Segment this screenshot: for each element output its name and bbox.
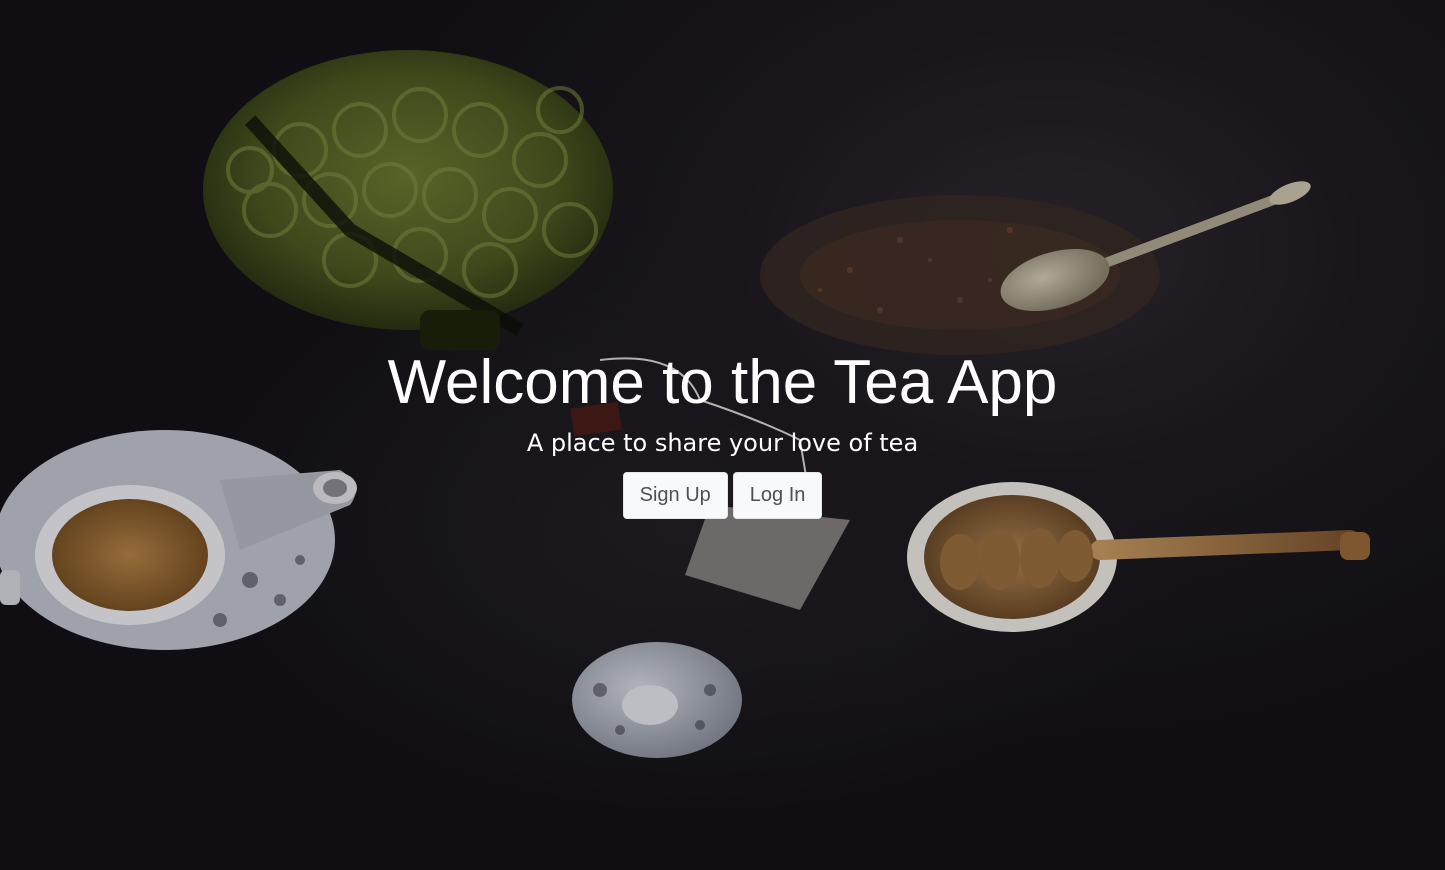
hero-section: Welcome to the Tea App A place to share …	[0, 0, 1445, 870]
page-title: Welcome to the Tea App	[387, 348, 1058, 417]
log-in-button[interactable]: Log In	[732, 472, 823, 519]
sign-up-button[interactable]: Sign Up	[622, 472, 728, 519]
page-subtitle: A place to share your love of tea	[526, 429, 919, 457]
hero-actions: Sign Up Log In	[0, 472, 1445, 519]
hero-content: Welcome to the Tea App A place to share …	[0, 348, 1445, 519]
